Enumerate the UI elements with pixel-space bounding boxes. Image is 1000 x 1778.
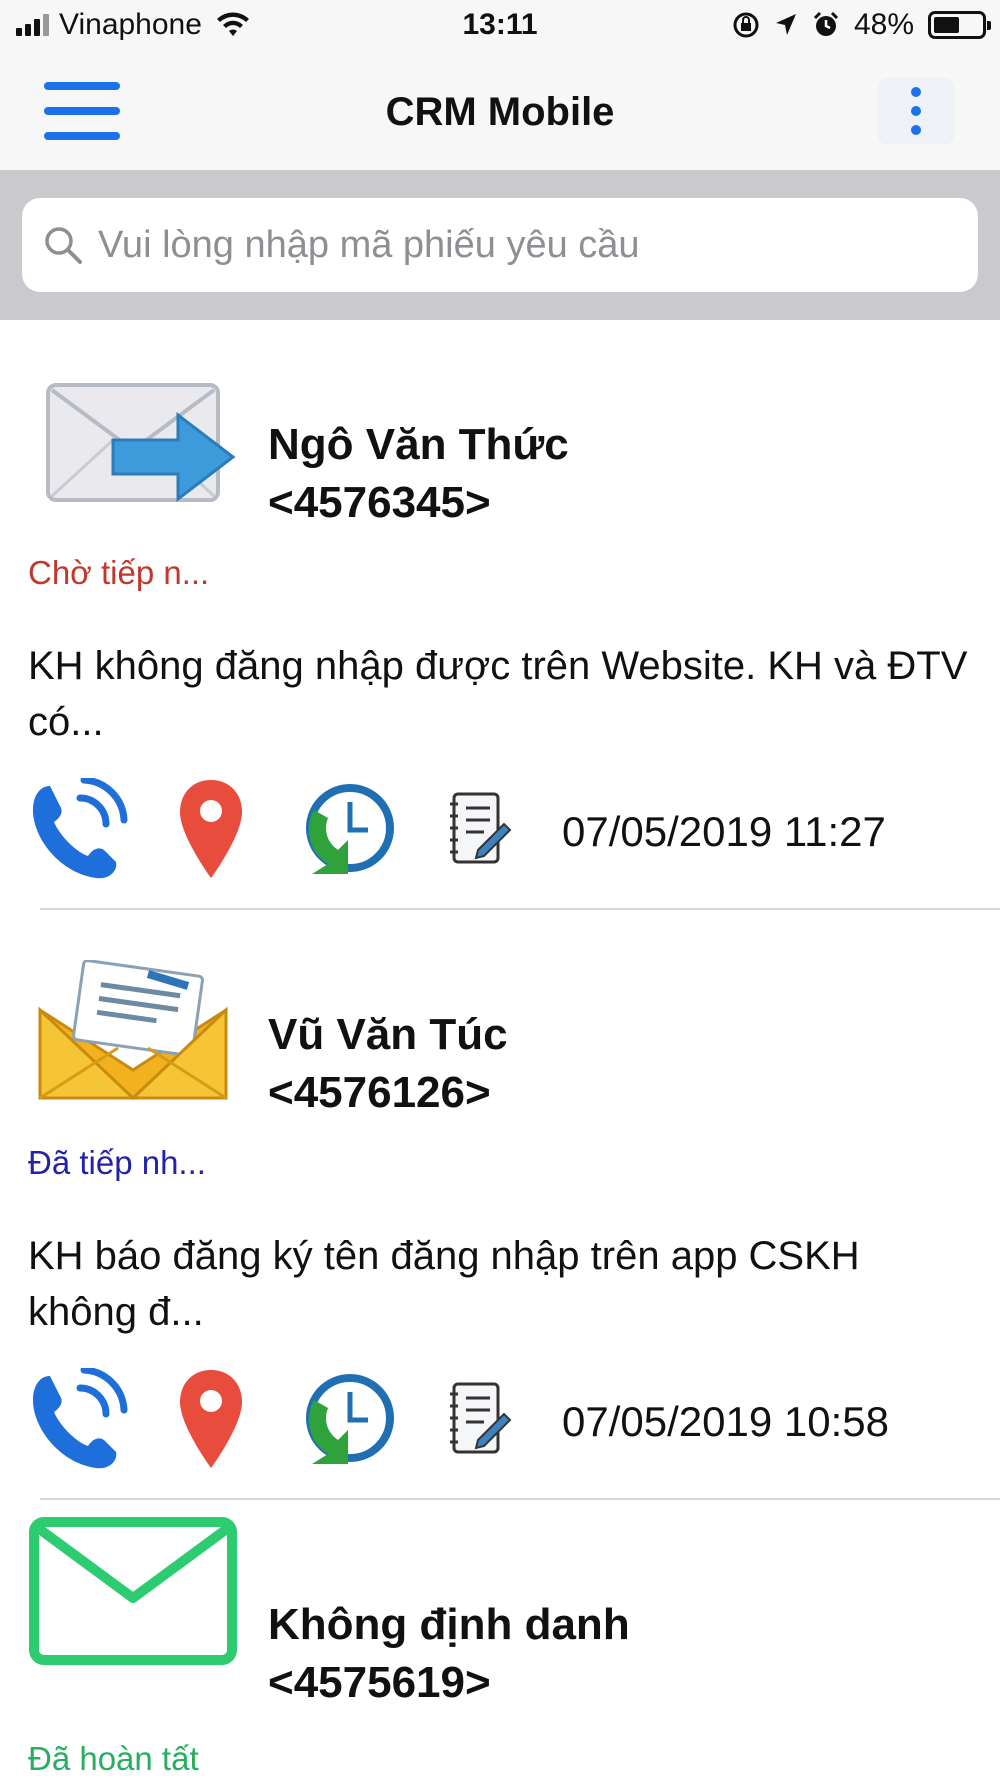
history-clock-icon[interactable] bbox=[292, 1368, 396, 1472]
orientation-lock-icon bbox=[733, 12, 759, 38]
phone-call-icon[interactable] bbox=[28, 1368, 128, 1472]
ticket-actions: 07/05/2019 11:27 bbox=[28, 778, 988, 888]
ticket-datetime: 07/05/2019 11:27 bbox=[562, 808, 886, 855]
search-icon bbox=[45, 227, 82, 264]
status-right: 48% bbox=[732, 8, 991, 42]
map-pin-icon[interactable] bbox=[178, 778, 244, 882]
ticket-code: <4575619> bbox=[268, 1658, 491, 1707]
divider bbox=[40, 1498, 1000, 1500]
page-title: CRM Mobile bbox=[385, 90, 615, 134]
ticket-customer-name: Vũ Văn Túc bbox=[268, 1010, 508, 1059]
ticket-actions: 07/05/2019 10:58 bbox=[28, 1368, 988, 1478]
more-options-icon[interactable] bbox=[878, 78, 954, 144]
ticket-customer-name: Ngô Văn Thức bbox=[268, 420, 569, 469]
notes-icon[interactable] bbox=[448, 788, 512, 868]
ticket-status: Đã hoàn tất bbox=[28, 1740, 199, 1777]
ticket-code: <4576126> bbox=[268, 1068, 491, 1117]
ticket-code: <4576345> bbox=[268, 478, 491, 527]
alarm-icon bbox=[813, 11, 839, 36]
ticket-description: KH báo đăng ký tên đăng nhập trên app CS… bbox=[28, 1234, 860, 1334]
battery-percent: 48% bbox=[853, 8, 914, 41]
ticket-status: Đã tiếp nh... bbox=[28, 1144, 206, 1181]
ticket-description: KH không đăng nhập được trên Website. KH… bbox=[28, 644, 968, 744]
battery-icon bbox=[928, 11, 991, 39]
divider bbox=[40, 908, 1000, 910]
open-envelope-icon bbox=[38, 960, 228, 1101]
search-bar-container bbox=[0, 170, 1000, 320]
search-box[interactable] bbox=[22, 198, 978, 292]
status-bar: Vinaphone 13:11 48% bbox=[0, 0, 1000, 56]
ticket-customer-name: Không định danh bbox=[268, 1600, 630, 1649]
green-envelope-icon bbox=[29, 1517, 237, 1665]
map-pin-icon[interactable] bbox=[178, 1368, 244, 1472]
nav-bar: CRM Mobile bbox=[0, 56, 1000, 170]
ticket-status: Chờ tiếp n... bbox=[28, 554, 210, 591]
phone-call-icon[interactable] bbox=[28, 778, 128, 882]
notes-icon[interactable] bbox=[448, 1378, 512, 1458]
mail-forward-icon bbox=[46, 383, 236, 503]
location-icon bbox=[775, 14, 796, 35]
ticket-datetime: 07/05/2019 10:58 bbox=[562, 1398, 889, 1445]
search-input[interactable] bbox=[98, 223, 958, 267]
history-clock-icon[interactable] bbox=[292, 778, 396, 882]
